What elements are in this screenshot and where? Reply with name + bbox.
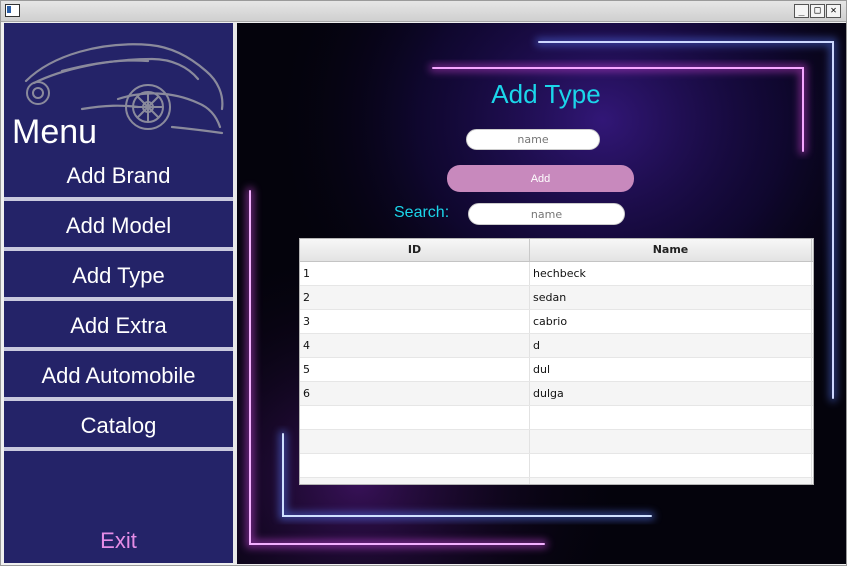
table-cell-id (300, 406, 530, 429)
close-button[interactable]: ✕ (826, 4, 841, 18)
table-cell-name: dul (530, 358, 812, 381)
table-cell-name: dulga (530, 382, 812, 405)
column-header-name[interactable]: Name (530, 239, 812, 261)
table-row[interactable]: 3 cabrio (300, 310, 813, 334)
table-row[interactable] (300, 430, 813, 454)
table-cell-name: cabrio (530, 310, 812, 333)
table-row[interactable]: 6 dulga (300, 382, 813, 406)
maximize-button[interactable]: □ (810, 4, 825, 18)
table-cell-id: 1 (300, 262, 530, 285)
table-cell-name: hechbeck (530, 262, 812, 285)
title-bar: _ □ ✕ (1, 1, 846, 22)
table-cell-name (530, 406, 812, 429)
table-cell-id: 6 (300, 382, 530, 405)
types-table[interactable]: ID Name 1 hechbeck 2 sedan 3 cabrio 4d 5 dul… (299, 238, 814, 485)
add-model-button[interactable]: Add Model (4, 204, 233, 251)
table-cell-id: 4 (300, 334, 530, 357)
table-row[interactable] (300, 454, 813, 478)
search-label: Search: (394, 204, 450, 221)
table-cell-id (300, 454, 530, 477)
table-row[interactable]: 5 dul (300, 358, 813, 382)
table-body: 1 hechbeck 2 sedan 3 cabrio 4d 5 dul 6 dulga (300, 262, 813, 484)
add-automobile-button[interactable]: Add Automobile (4, 354, 233, 401)
page-title: Add Type (491, 79, 601, 109)
table-cell-name (530, 478, 812, 484)
search-input[interactable] (468, 203, 625, 225)
table-cell-name (530, 454, 812, 477)
app-window: _ □ ✕ Menu Add Brand Add Model Add Type … (0, 0, 847, 566)
add-extra-button[interactable]: Add Extra (4, 304, 233, 351)
add-brand-button[interactable]: Add Brand (4, 154, 233, 201)
table-row[interactable] (300, 406, 813, 430)
name-input[interactable] (466, 129, 600, 150)
sidebar: Menu Add Brand Add Model Add Type Add Ex… (4, 23, 233, 563)
column-header-id[interactable]: ID (300, 239, 530, 261)
add-type-button[interactable]: Add Type (4, 254, 233, 301)
menu-title: Menu (12, 113, 98, 151)
table-header: ID Name (300, 239, 813, 262)
table-row[interactable]: 4d (300, 334, 813, 358)
catalog-button[interactable]: Catalog (4, 404, 233, 451)
table-cell-name: d (530, 334, 812, 357)
table-cell-name: sedan (530, 286, 812, 309)
exit-button[interactable]: Exit (4, 523, 233, 559)
table-row[interactable]: 1 hechbeck (300, 262, 813, 286)
minimize-button[interactable]: _ (794, 4, 809, 18)
table-cell-id (300, 478, 530, 484)
table-cell-name (530, 430, 812, 453)
table-cell-id: 3 (300, 310, 530, 333)
table-cell-id (300, 430, 530, 453)
table-row[interactable]: 2 sedan (300, 286, 813, 310)
table-cell-id: 2 (300, 286, 530, 309)
table-cell-id: 5 (300, 358, 530, 381)
table-row[interactable] (300, 478, 813, 484)
app-icon (5, 4, 20, 17)
add-button[interactable]: Add (447, 165, 634, 192)
main-panel: Add Type Add Search: ID Name 1hechbeck 2… (237, 23, 846, 564)
